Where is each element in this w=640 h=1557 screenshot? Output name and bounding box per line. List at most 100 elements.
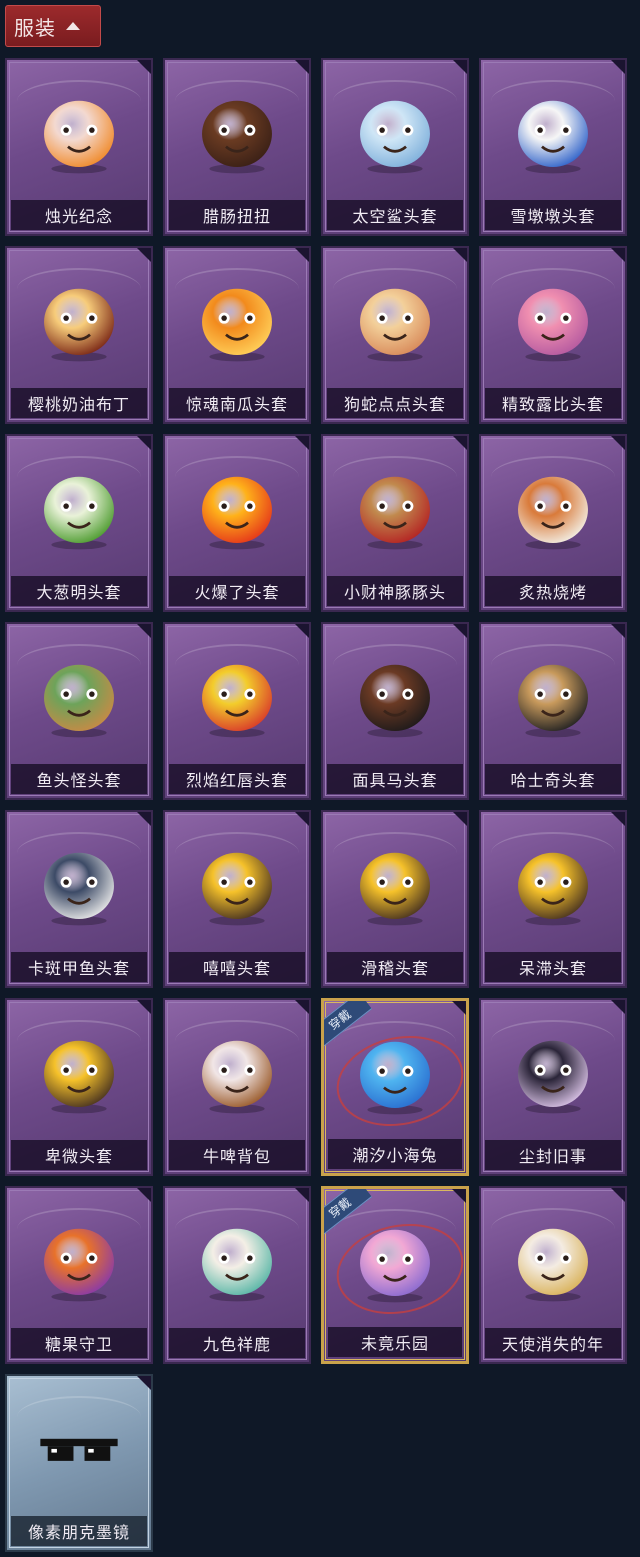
outfit-card[interactable]: 腊肠扭扭 bbox=[163, 58, 311, 236]
outfit-card[interactable]: 雪墩墩头套 bbox=[479, 58, 627, 236]
outfit-card[interactable]: 卡斑甲鱼头套 bbox=[5, 810, 153, 988]
card-label-bar: 牛啤背包 bbox=[169, 1140, 305, 1170]
outfit-card[interactable]: 烈焰红唇头套 bbox=[163, 622, 311, 800]
card-corner-decoration bbox=[137, 1000, 151, 1014]
outfit-name: 像素朋克墨镜 bbox=[27, 1523, 130, 1542]
whale-head-icon bbox=[44, 852, 114, 926]
card-corner-decoration bbox=[295, 624, 309, 638]
girl-pendant-icon bbox=[360, 1229, 430, 1303]
outfit-card[interactable]: 炙热烧烤 bbox=[479, 434, 627, 612]
section-header-toggle[interactable]: 服装 bbox=[5, 5, 101, 47]
outfit-card[interactable]: 像素朋克墨镜 bbox=[5, 1374, 153, 1552]
card-label-bar: 雪墩墩头套 bbox=[485, 200, 621, 230]
outfit-name: 卑微头套 bbox=[44, 1147, 113, 1166]
angel-pendant-icon bbox=[518, 1228, 588, 1302]
outfit-grid: 烛光纪念 腊肠扭扭 太空鲨头套 雪墩墩头套樱桃奶油布丁 惊魂南瓜头套 狗蛇点点头套 精致露比… bbox=[5, 58, 627, 1552]
deer-pendant-icon bbox=[202, 1228, 272, 1302]
card-label-bar: 火爆了头套 bbox=[169, 576, 305, 606]
husky-head-icon bbox=[518, 664, 588, 738]
card-label-bar: 太空鲨头套 bbox=[327, 200, 463, 230]
outfit-name: 哈士奇头套 bbox=[510, 771, 596, 790]
card-label-bar: 滑稽头套 bbox=[327, 952, 463, 982]
outfit-name: 潮汐小海兔 bbox=[352, 1146, 438, 1165]
outfit-card[interactable]: 鱼头怪头套 bbox=[5, 622, 153, 800]
funny-emoji-head-icon bbox=[360, 852, 430, 926]
card-label-bar: 炙热烧烤 bbox=[485, 576, 621, 606]
outfit-card[interactable]: 精致露比头套 bbox=[479, 246, 627, 424]
outfit-card[interactable]: 狗蛇点点头套 bbox=[321, 246, 469, 424]
card-label-bar: 九色祥鹿 bbox=[169, 1328, 305, 1358]
outfit-card[interactable]: 小财神豚豚头 bbox=[321, 434, 469, 612]
outfit-name: 尘封旧事 bbox=[518, 1147, 587, 1166]
outfit-card[interactable]: 面具马头套 bbox=[321, 622, 469, 800]
outfit-name: 卡斑甲鱼头套 bbox=[27, 959, 130, 978]
roast-meat-head-icon bbox=[518, 476, 588, 550]
outfit-card[interactable]: 大葱明头套 bbox=[5, 434, 153, 612]
card-corner-decoration bbox=[453, 60, 467, 74]
outfit-card[interactable]: 火爆了头套 bbox=[163, 434, 311, 612]
fish-head-icon bbox=[44, 664, 114, 738]
card-label-bar: 哈士奇头套 bbox=[485, 764, 621, 794]
card-corner-decoration bbox=[137, 1376, 151, 1390]
outfit-card[interactable]: 糖果守卫 bbox=[5, 1186, 153, 1364]
card-label-bar: 樱桃奶油布丁 bbox=[11, 388, 147, 418]
humble-emoji-head-icon bbox=[44, 1040, 114, 1114]
card-label-bar: 腊肠扭扭 bbox=[169, 200, 305, 230]
card-label-bar: 狗蛇点点头套 bbox=[327, 388, 463, 418]
outfit-card[interactable]: 卑微头套 bbox=[5, 998, 153, 1176]
outfit-card[interactable]: 牛啤背包 bbox=[163, 998, 311, 1176]
card-corner-decoration bbox=[611, 436, 625, 450]
outfit-name: 滑稽头套 bbox=[360, 959, 429, 978]
outfit-card[interactable]: 滑稽头套 bbox=[321, 810, 469, 988]
card-label-bar: 烛光纪念 bbox=[11, 200, 147, 230]
card-label-bar: 卡斑甲鱼头套 bbox=[11, 952, 147, 982]
outfit-name: 小财神豚豚头 bbox=[343, 583, 446, 602]
outfit-card[interactable]: 九色祥鹿 bbox=[163, 1186, 311, 1364]
section-title: 服装 bbox=[14, 15, 56, 40]
card-label-bar: 未竟乐园 bbox=[328, 1327, 462, 1357]
yellow-mask-head-icon bbox=[202, 664, 272, 738]
outfit-name: 嘻嘻头套 bbox=[202, 959, 271, 978]
card-corner-decoration bbox=[452, 1001, 466, 1015]
outfit-card[interactable]: 樱桃奶油布丁 bbox=[5, 246, 153, 424]
outfit-name: 狗蛇点点头套 bbox=[343, 395, 446, 414]
card-label-bar: 呆滞头套 bbox=[485, 952, 621, 982]
outfit-card[interactable]: 天使消失的年 bbox=[479, 1186, 627, 1364]
card-corner-decoration bbox=[295, 248, 309, 262]
card-label-bar: 糖果守卫 bbox=[11, 1328, 147, 1358]
fire-head-icon bbox=[202, 476, 272, 550]
card-corner-decoration bbox=[453, 436, 467, 450]
outfit-card[interactable]: 哈士奇头套 bbox=[479, 622, 627, 800]
card-corner-decoration bbox=[137, 436, 151, 450]
horse-head-icon bbox=[360, 664, 430, 738]
pudding-head-icon bbox=[44, 288, 114, 362]
outfit-card[interactable]: 嘻嘻头套 bbox=[163, 810, 311, 988]
outfit-name: 烛光纪念 bbox=[44, 207, 113, 226]
outfit-card[interactable]: 太空鲨头套 bbox=[321, 58, 469, 236]
card-corner-decoration bbox=[453, 812, 467, 826]
candle-head-icon bbox=[44, 100, 114, 174]
outfit-card[interactable]: 呆滞头套 bbox=[479, 810, 627, 988]
shark-head-icon bbox=[360, 100, 430, 174]
outfit-card[interactable]: 穿戴 未竟乐园 bbox=[321, 1186, 469, 1364]
pink-beaver-head-icon bbox=[518, 288, 588, 362]
doll-pendant-icon bbox=[518, 1040, 588, 1114]
outfit-name: 呆滞头套 bbox=[518, 959, 587, 978]
card-label-bar: 卑微头套 bbox=[11, 1140, 147, 1170]
snowman-head-icon bbox=[518, 100, 588, 174]
outfit-card[interactable]: 穿戴 潮汐小海兔 bbox=[321, 998, 469, 1176]
outfit-name: 天使消失的年 bbox=[501, 1335, 604, 1354]
outfit-name: 大葱明头套 bbox=[36, 583, 122, 602]
outfit-card[interactable]: 尘封旧事 bbox=[479, 998, 627, 1176]
outfit-card[interactable]: 烛光纪念 bbox=[5, 58, 153, 236]
outfit-name: 面具马头套 bbox=[352, 771, 438, 790]
pumpkin-head-icon bbox=[202, 288, 272, 362]
outfit-name: 樱桃奶油布丁 bbox=[27, 395, 130, 414]
outfit-card[interactable]: 惊魂南瓜头套 bbox=[163, 246, 311, 424]
card-label-bar: 小财神豚豚头 bbox=[327, 576, 463, 606]
card-corner-decoration bbox=[611, 812, 625, 826]
outfit-name: 腊肠扭扭 bbox=[202, 207, 271, 226]
card-corner-decoration bbox=[453, 624, 467, 638]
dachshund-head-icon bbox=[202, 100, 272, 174]
card-corner-decoration bbox=[137, 812, 151, 826]
